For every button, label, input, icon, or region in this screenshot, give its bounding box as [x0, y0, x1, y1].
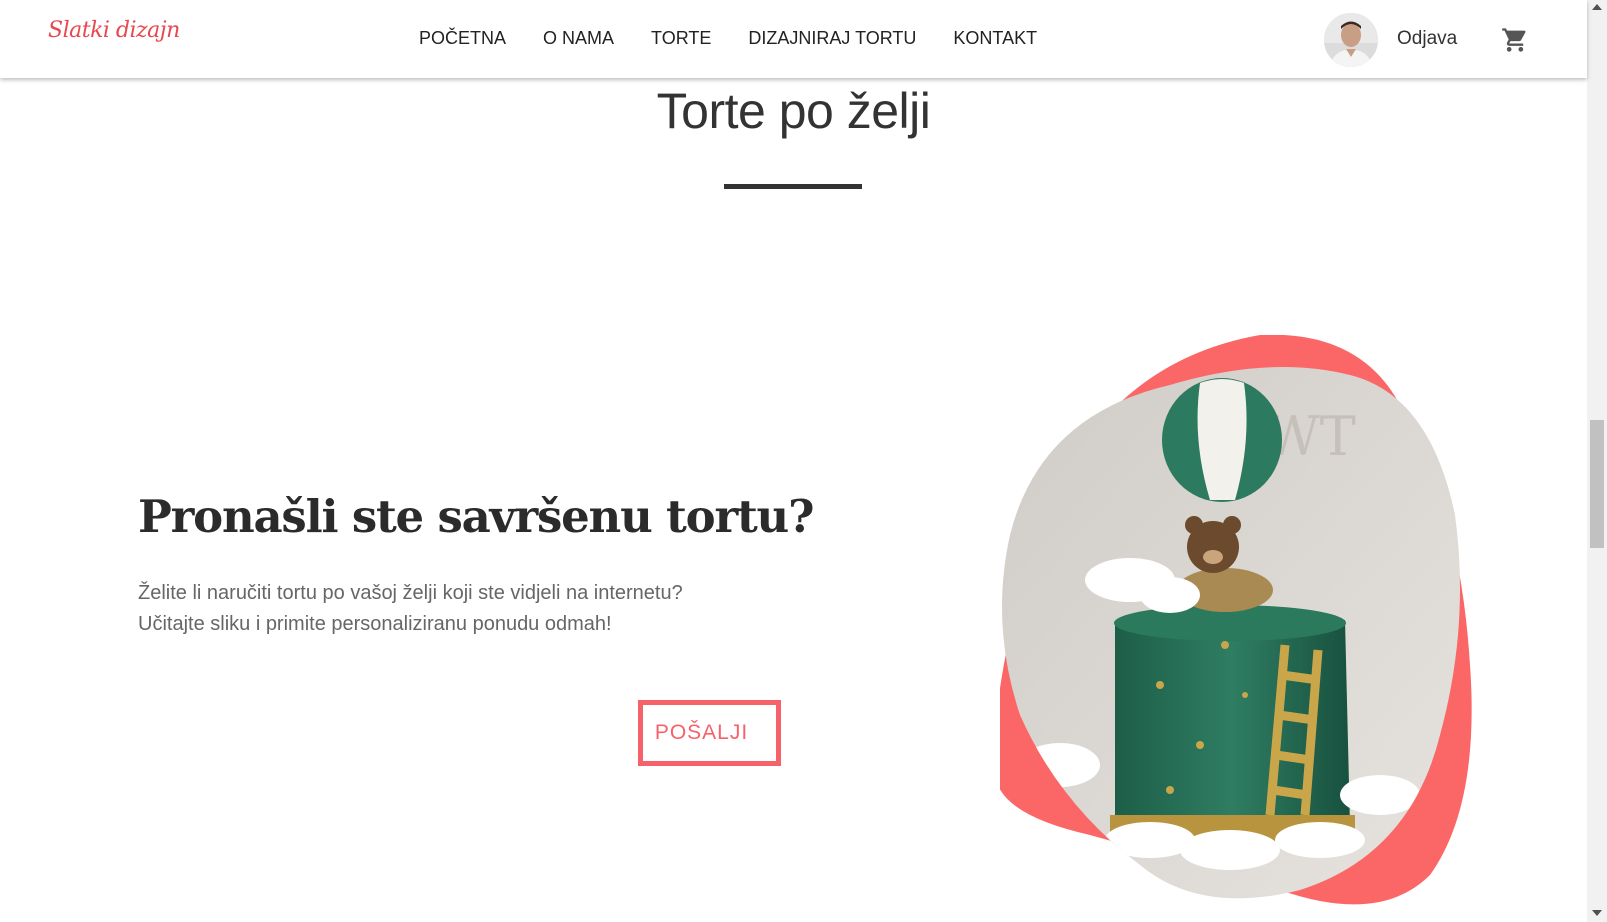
- user-photo-icon: [1324, 13, 1378, 67]
- send-button[interactable]: POŠALJI: [638, 700, 781, 766]
- nav-link-about[interactable]: O NAMA: [543, 28, 614, 49]
- send-button-wrapper: POŠALJI: [638, 700, 784, 772]
- promo-line-2: Učitajte sliku i primite personaliziranu…: [138, 613, 612, 635]
- cake-image: OWT: [994, 334, 1510, 915]
- shopping-cart-icon[interactable]: [1500, 26, 1530, 54]
- promo-heading: Pronašli ste savršenu tortu?: [138, 490, 814, 543]
- title-divider: [724, 184, 862, 189]
- site-logo[interactable]: Slatki dizajn: [48, 18, 180, 43]
- page-scrollbar[interactable]: [1587, 0, 1607, 922]
- scroll-up-arrow-icon[interactable]: [1592, 4, 1602, 10]
- nav-link-cakes[interactable]: TORTE: [651, 28, 711, 49]
- nav-link-design-cake[interactable]: DIZAJNIRAJ TORTU: [748, 28, 916, 49]
- section-title: Torte po želji: [656, 83, 931, 139]
- scrollbar-thumb[interactable]: [1590, 420, 1604, 548]
- nav-link-contact[interactable]: KONTAKT: [953, 28, 1037, 49]
- user-avatar[interactable]: [1324, 13, 1378, 67]
- scroll-down-arrow-icon[interactable]: [1592, 910, 1602, 916]
- main-nav: POČETNA O NAMA TORTE DIZAJNIRAJ TORTU KO…: [419, 28, 1074, 49]
- promo-line-1: Želite li naručiti tortu po vašoj želji …: [138, 582, 683, 604]
- nav-link-home[interactable]: POČETNA: [419, 28, 506, 49]
- navbar: Slatki dizajn POČETNA O NAMA TORTE DIZAJ…: [0, 0, 1587, 78]
- logout-link[interactable]: Odjava: [1397, 28, 1457, 50]
- promo-description: Želite li naručiti tortu po vašoj želji …: [138, 578, 778, 640]
